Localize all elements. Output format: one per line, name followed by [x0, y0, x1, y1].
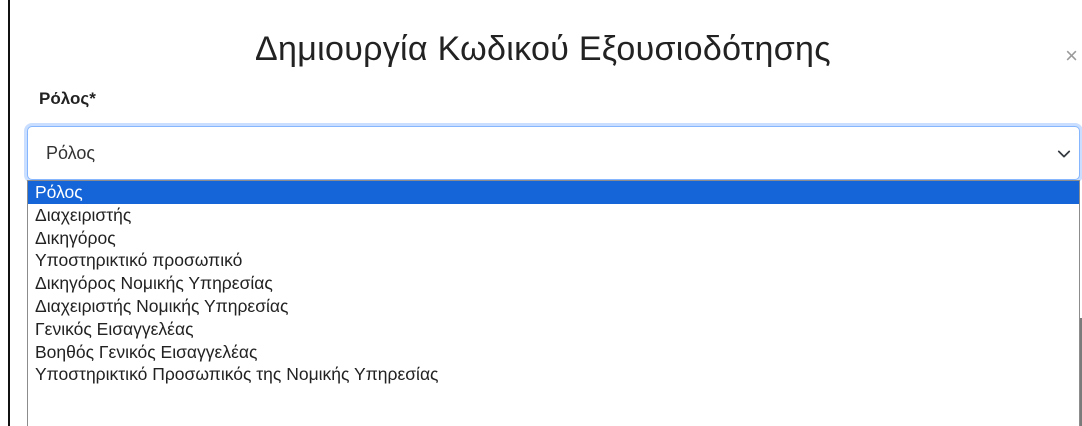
dropdown-option[interactable]: Δικηγόρος Νομικής Υπηρεσίας: [28, 272, 1079, 295]
dropdown-option[interactable]: Δικηγόρος: [28, 227, 1079, 250]
dropdown-option[interactable]: Υποστηρικτικό προσωπικό: [28, 249, 1079, 272]
dropdown-option[interactable]: Διαχειριστής Νομικής Υπηρεσίας: [28, 295, 1079, 318]
role-dropdown-list: Ρόλος Διαχειριστής Δικηγόρος Υποστηρικτι…: [27, 180, 1080, 426]
chevron-down-icon: [1057, 150, 1071, 158]
close-icon[interactable]: ×: [1065, 44, 1078, 68]
dropdown-option[interactable]: Γενικός Εισαγγελέας: [28, 318, 1079, 341]
role-select-value: Ρόλος: [46, 143, 96, 163]
role-label: Ρόλος*: [39, 89, 96, 108]
modal-title: Δημιουργία Κωδικού Εξουσιοδότησης: [255, 30, 831, 68]
dropdown-option[interactable]: Διαχειριστής: [28, 204, 1079, 227]
role-select[interactable]: Ρόλος: [27, 126, 1080, 180]
dropdown-option[interactable]: Ρόλος: [28, 181, 1079, 204]
dropdown-option[interactable]: Βοηθός Γενικός Εισαγγελέας: [28, 341, 1079, 364]
dropdown-option[interactable]: Υποστηρικτικό Προσωπικός της Νομικής Υπη…: [28, 363, 1079, 386]
